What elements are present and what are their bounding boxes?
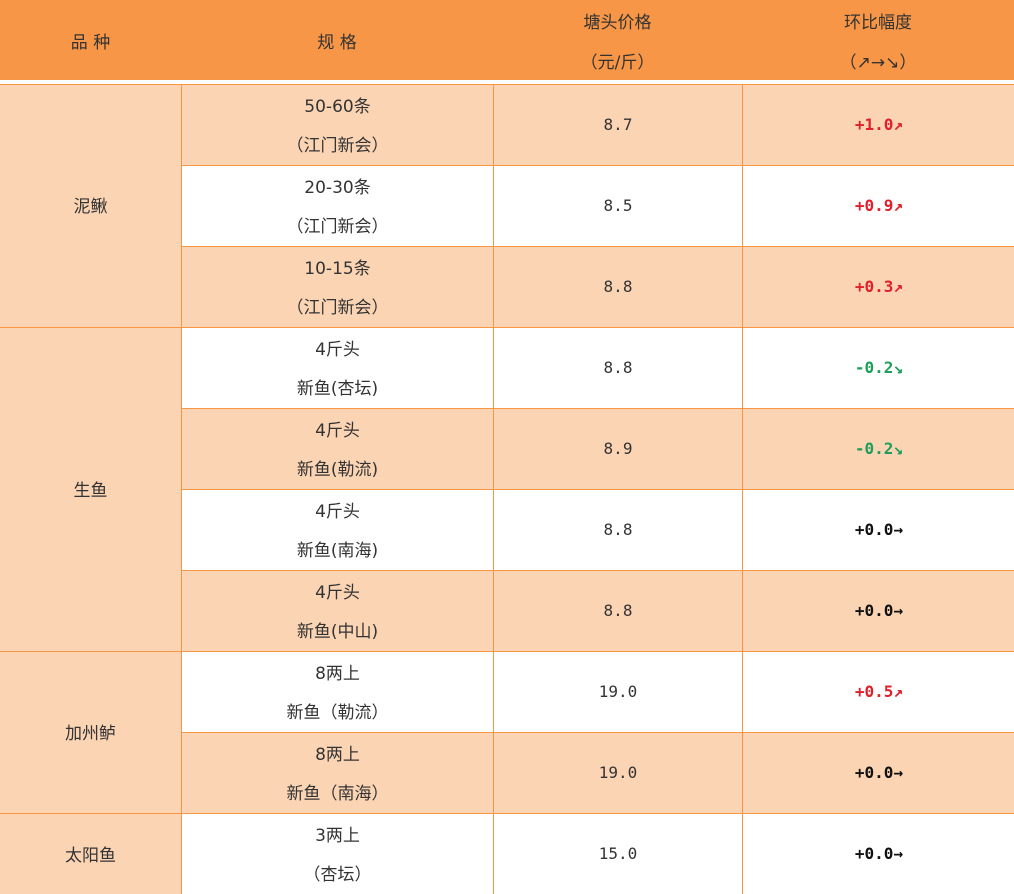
spec-origin: （江门新会） (286, 298, 389, 318)
spec-size: 4斤头 (315, 502, 360, 522)
table-row: 4斤头 新鱼(勒流) 8.9 -0.2↘ (181, 408, 1014, 489)
change-cell: +1.0↗ (854, 115, 904, 134)
table-row: 20-30条 （江门新会） 8.5 +0.9↗ (181, 165, 1014, 246)
spec-origin: 新鱼(勒流) (296, 460, 379, 480)
category-cell: 生鱼 (0, 327, 181, 651)
category-label: 生鱼 (73, 481, 108, 501)
category-label: 加州鲈 (65, 724, 116, 744)
spec-size: 4斤头 (315, 340, 360, 360)
header-change: 环比幅度 （↗→↘） (742, 11, 1014, 91)
spec-cell: 8两上 新鱼（南海） (182, 733, 494, 813)
spec-origin: （江门新会） (286, 136, 389, 156)
table-row: 10-15条 （江门新会） 8.8 +0.3↗ (181, 246, 1014, 327)
spec-cell: 4斤头 新鱼(中山) (182, 571, 494, 651)
change-cell: +0.0→ (854, 763, 904, 782)
table-header: 品 种 规 格 塘头价格 （元/斤） 环比幅度 （↗→↘） (0, 0, 1014, 80)
change-cell: +0.0→ (854, 844, 904, 863)
category-label: 太阳鱼 (65, 846, 116, 866)
change-cell: +0.9↗ (854, 196, 904, 215)
price-cell: 19.0 (494, 733, 743, 813)
spec-cell: 4斤头 新鱼(南海) (182, 490, 494, 570)
price-cell: 19.0 (494, 652, 743, 732)
spec-cell: 20-30条 （江门新会） (182, 166, 494, 246)
spec-cell: 50-60条 （江门新会） (182, 85, 494, 165)
spec-cell: 4斤头 新鱼(勒流) (182, 409, 494, 489)
price-cell: 8.7 (494, 85, 743, 165)
table-row: 4斤头 新鱼(杏坛) 8.8 -0.2↘ (181, 327, 1014, 408)
price-cell: 8.8 (494, 571, 743, 651)
change-cell: +0.5↗ (854, 682, 904, 701)
spec-origin: （杏坛） (303, 865, 372, 885)
change-cell: -0.2↘ (854, 358, 904, 377)
table-row: 8两上 新鱼（勒流） 19.0 +0.5↗ (181, 651, 1014, 732)
spec-cell: 3两上 （杏坛） (182, 814, 494, 894)
spec-origin: 新鱼（南海） (286, 784, 389, 804)
price-cell: 8.8 (494, 490, 743, 570)
spec-size: 20-30条 (304, 178, 371, 198)
spec-origin: 新鱼(南海) (296, 541, 379, 561)
header-price-title: 塘头价格 (583, 13, 652, 33)
table-row: 8两上 新鱼（南海） 19.0 +0.0→ (181, 732, 1014, 813)
category-cell: 泥鳅 (0, 84, 181, 327)
change-cell: +0.0→ (854, 601, 904, 620)
table-row: 4斤头 新鱼(南海) 8.8 +0.0→ (181, 489, 1014, 570)
category-cell: 太阳鱼 (0, 813, 181, 894)
table-row: 50-60条 （江门新会） 8.7 +1.0↗ (181, 84, 1014, 165)
price-cell: 8.8 (494, 247, 743, 327)
price-cell: 8.9 (494, 409, 743, 489)
header-change-legend: （↗→↘） (839, 53, 917, 73)
price-cell: 8.5 (494, 166, 743, 246)
change-cell: +0.3↗ (854, 277, 904, 296)
spec-size: 10-15条 (304, 259, 371, 279)
spec-size: 50-60条 (304, 97, 371, 117)
spec-cell: 4斤头 新鱼(杏坛) (182, 328, 494, 408)
table-row: 3两上 （杏坛） 15.0 +0.0→ (181, 813, 1014, 894)
spec-origin: 新鱼（勒流） (286, 703, 389, 723)
spec-size: 3两上 (315, 826, 360, 846)
spec-size: 4斤头 (315, 421, 360, 441)
change-cell: -0.2↘ (854, 439, 904, 458)
change-cell: +0.0→ (854, 520, 904, 539)
spec-origin: （江门新会） (286, 217, 389, 237)
table-row: 4斤头 新鱼(中山) 8.8 +0.0→ (181, 570, 1014, 651)
price-cell: 8.8 (494, 328, 743, 408)
spec-size: 4斤头 (315, 583, 360, 603)
header-change-title: 环比幅度 (844, 13, 912, 33)
spec-size: 8两上 (315, 745, 360, 765)
spec-cell: 8两上 新鱼（勒流） (182, 652, 494, 732)
category-cell: 加州鲈 (0, 651, 181, 813)
spec-cell: 10-15条 （江门新会） (182, 247, 494, 327)
header-price: 塘头价格 （元/斤） (493, 11, 742, 91)
header-price-unit: （元/斤） (580, 53, 655, 73)
price-cell: 15.0 (494, 814, 743, 894)
spec-origin: 新鱼(杏坛) (296, 379, 379, 399)
category-label: 泥鳅 (73, 197, 108, 217)
spec-size: 8两上 (315, 664, 360, 684)
spec-origin: 新鱼(中山) (296, 622, 379, 642)
